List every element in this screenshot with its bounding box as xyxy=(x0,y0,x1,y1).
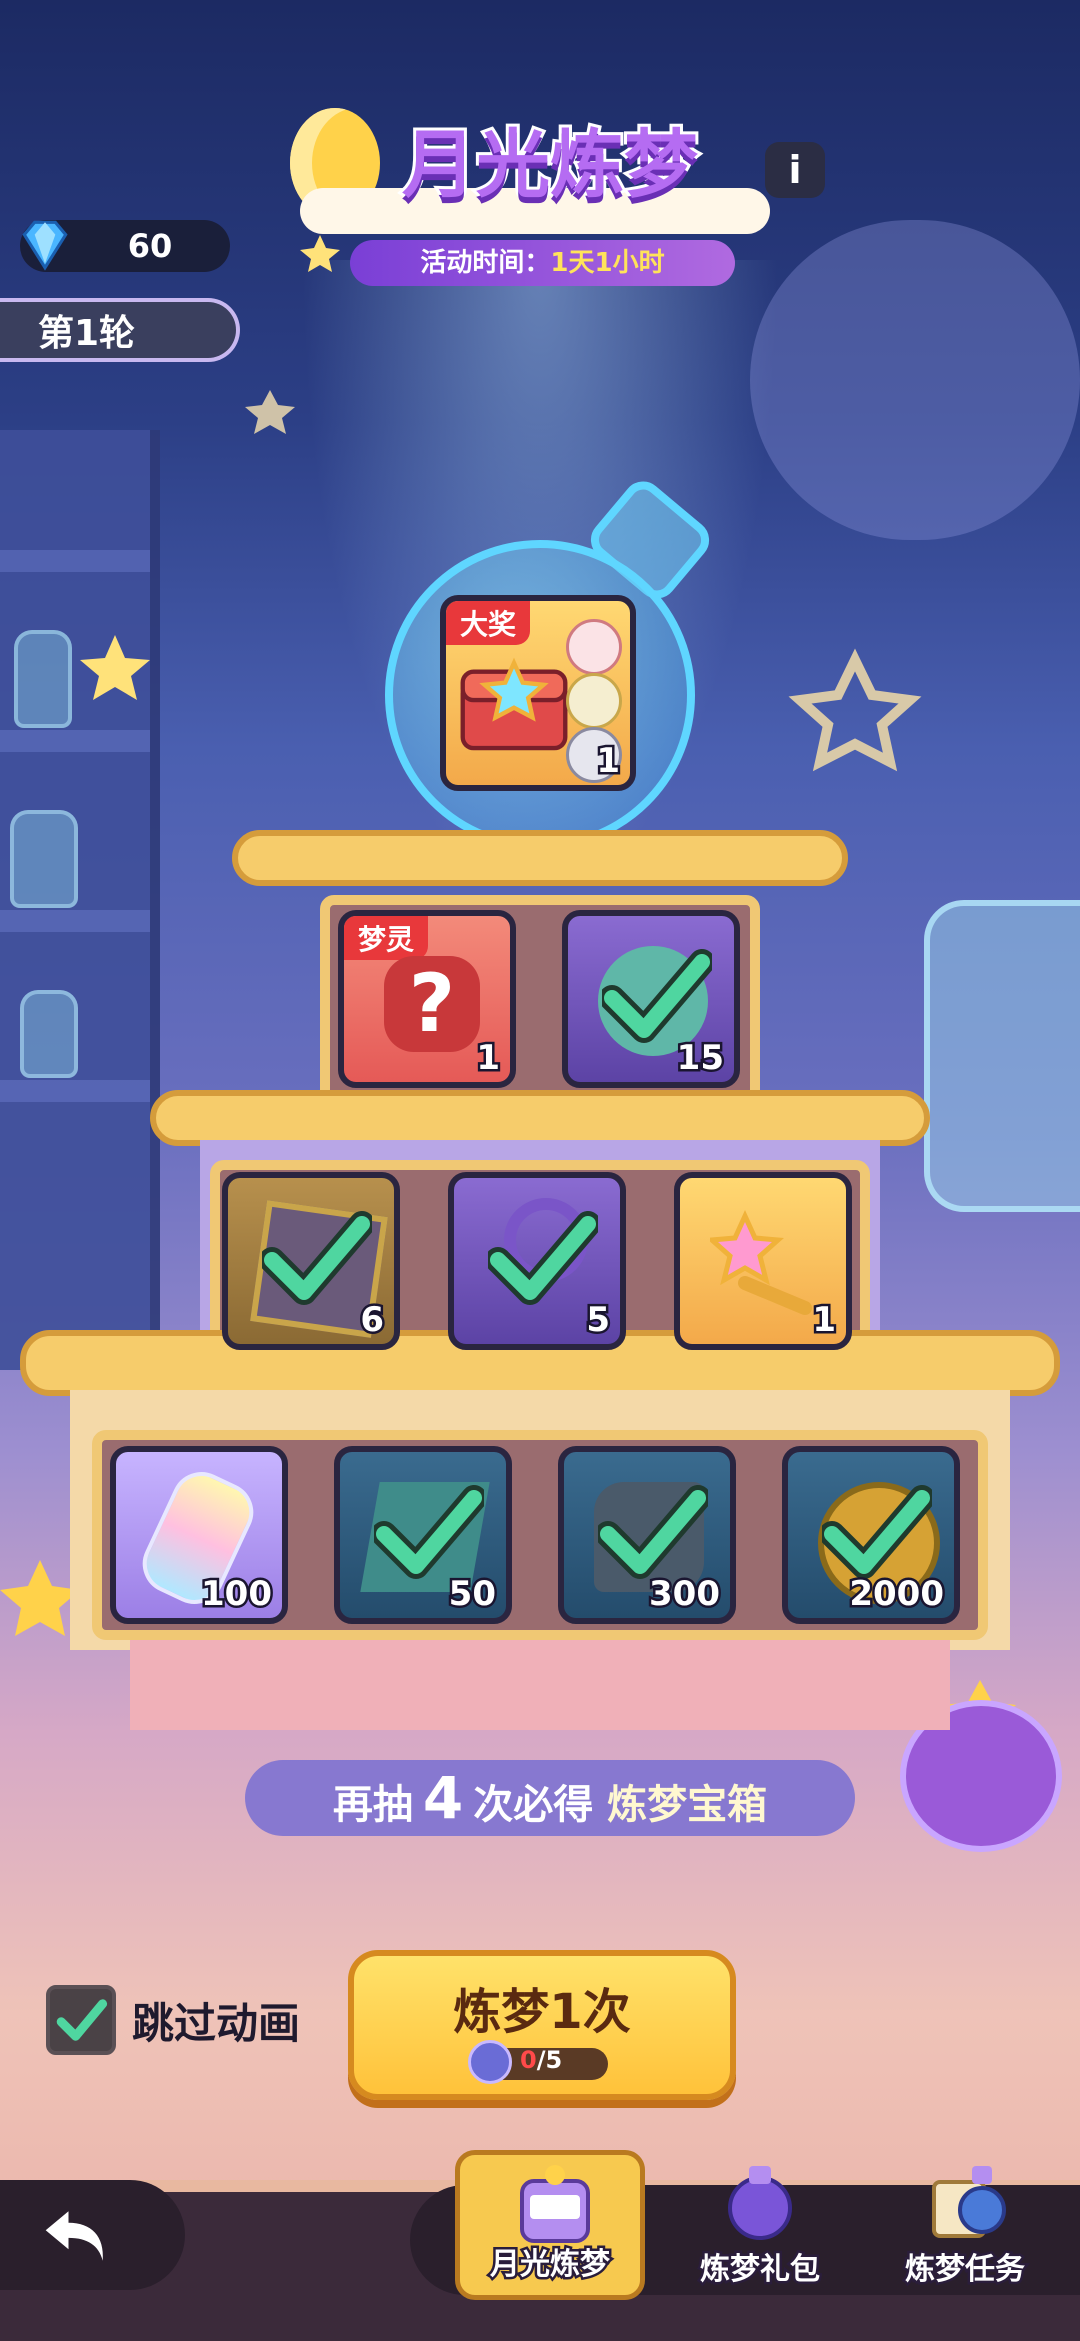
cabinet-drawer xyxy=(130,1640,950,1730)
tab-label: 月光炼梦 xyxy=(488,2245,613,2285)
jar-decoration xyxy=(924,900,1080,1212)
cabinet-roof-middle xyxy=(150,1090,930,1146)
reward-card[interactable]: 2000 xyxy=(782,1446,960,1624)
reward-qty: 100 xyxy=(199,1572,275,1617)
tab-moonlight-dream[interactable]: 月光炼梦 xyxy=(455,2150,645,2300)
reward-card[interactable]: 100 xyxy=(110,1446,288,1624)
event-time-label: 活动时间： xyxy=(420,248,551,278)
pity-count: 4 xyxy=(422,1764,464,1832)
treasure-chest-icon xyxy=(460,657,568,751)
reward-card[interactable]: 15 xyxy=(562,910,740,1088)
reward-qty: 50 xyxy=(446,1572,498,1617)
pity-banner: 再抽 4 次必得 炼梦宝箱 xyxy=(245,1760,855,1836)
avatar xyxy=(566,673,622,729)
back-arrow-icon xyxy=(45,2211,103,2261)
check-icon xyxy=(598,1485,708,1579)
reward-qty: 5 xyxy=(584,1298,613,1343)
reward-card[interactable]: 1 xyxy=(674,1172,852,1350)
back-button[interactable] xyxy=(0,2180,185,2290)
pity-prefix: 再抽 xyxy=(332,1782,413,1828)
reward-tag: 梦灵 xyxy=(344,916,429,960)
check-icon xyxy=(56,1999,108,2041)
reward-card[interactable]: 5 xyxy=(448,1172,626,1350)
tab-dream-tasks[interactable]: 炼梦任务 xyxy=(870,2150,1060,2300)
tab-dream-gift-pack[interactable]: 炼梦礼包 xyxy=(665,2150,855,2300)
reward-card[interactable]: 6 xyxy=(222,1172,400,1350)
reward-card[interactable]: 300 xyxy=(558,1446,736,1624)
diamond-icon xyxy=(22,220,68,271)
check-icon xyxy=(262,1211,372,1305)
slot-machine-icon xyxy=(520,2165,590,2243)
reward-qty: 2000 xyxy=(847,1572,947,1617)
tab-label: 炼梦礼包 xyxy=(698,2250,823,2290)
pity-middle: 次必得 xyxy=(473,1782,594,1828)
reward-card[interactable]: 梦灵 ? 1 xyxy=(338,910,516,1088)
gem-count: 60 xyxy=(127,227,173,265)
check-icon xyxy=(374,1485,484,1579)
avatar xyxy=(566,619,622,675)
cost-text: 0/5 xyxy=(520,2046,563,2074)
check-icon xyxy=(602,949,712,1043)
dream-token-icon xyxy=(468,2040,512,2084)
reward-qty: 6 xyxy=(358,1298,387,1343)
event-time-value: 1天1小时 xyxy=(550,248,665,278)
reward-qty: 1 xyxy=(810,1298,839,1343)
round-indicator: 第1轮 xyxy=(0,298,240,362)
skip-animation-label: 跳过动画 xyxy=(132,1999,301,2048)
reward-qty: 1 xyxy=(474,1036,503,1081)
game-screen: { "header": { "title": "月光炼梦", "event_ti… xyxy=(0,0,1080,2341)
info-button[interactable]: i xyxy=(765,142,825,198)
check-icon xyxy=(822,1485,932,1579)
scroll-icon xyxy=(932,2166,1006,2238)
pity-reward: 炼梦宝箱 xyxy=(607,1782,768,1828)
potion-bag-icon xyxy=(728,2166,792,2240)
event-timer: 活动时间：1天1小时 xyxy=(350,240,735,286)
grand-prize-qty: 1 xyxy=(594,739,623,784)
star-key-icon xyxy=(710,1209,812,1315)
check-icon xyxy=(488,1211,598,1305)
tab-label: 炼梦任务 xyxy=(903,2250,1028,2290)
info-icon: i xyxy=(788,148,802,192)
grand-prize-card[interactable]: 大奖 1 xyxy=(440,595,636,791)
reward-qty: 300 xyxy=(647,1572,723,1617)
reward-qty: 15 xyxy=(674,1036,726,1081)
draw-once-label: 炼梦1次 xyxy=(453,1984,631,2040)
reward-card[interactable]: 50 xyxy=(334,1446,512,1624)
skip-animation-checkbox[interactable] xyxy=(46,1985,116,2055)
event-title: 月光炼梦 xyxy=(399,119,701,211)
cabinet-roof-top xyxy=(232,830,848,886)
mystery-icon: ? xyxy=(384,956,480,1052)
